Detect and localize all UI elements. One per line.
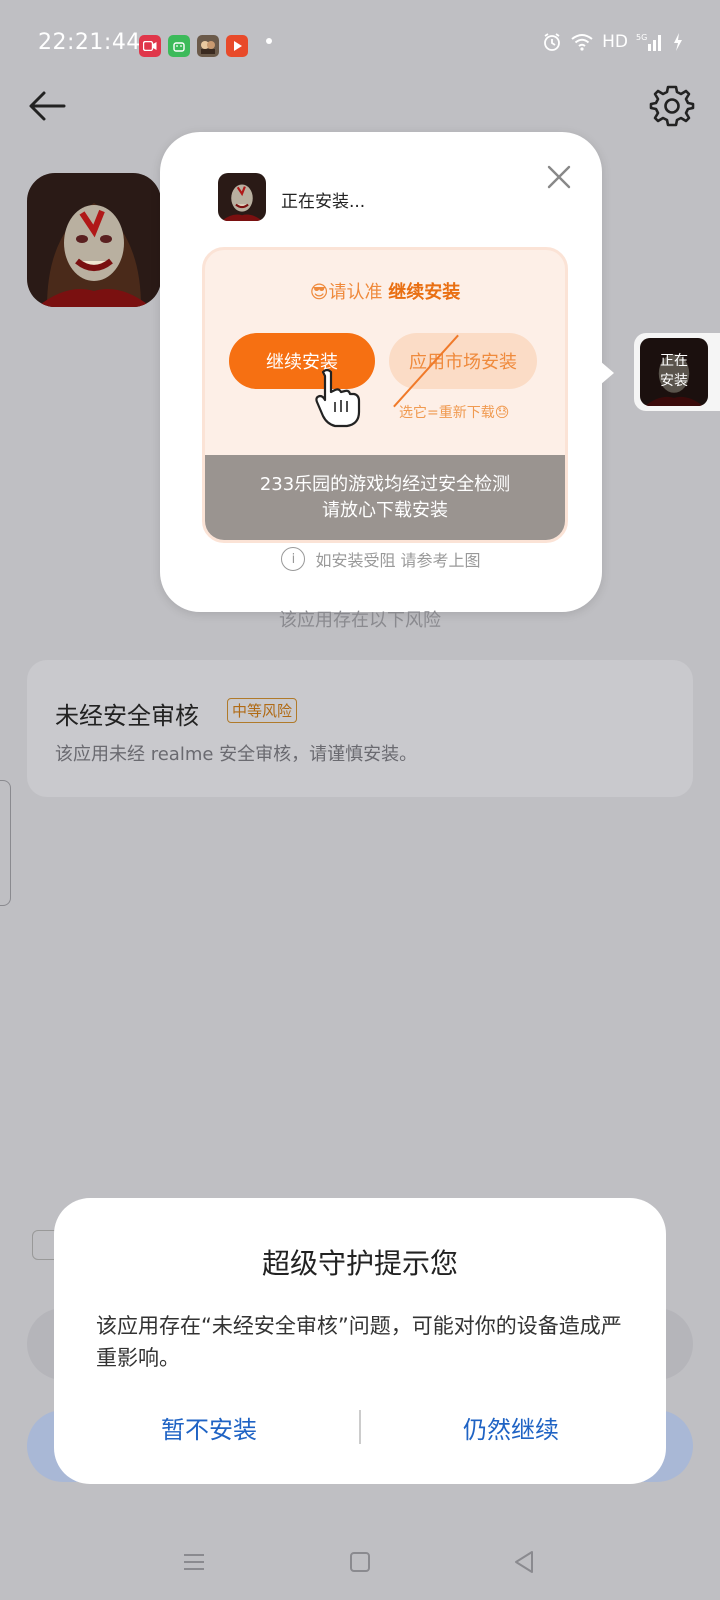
dialog-message: 该应用存在“未经安全审核”问题，可能对你的设备造成严重影响。: [96, 1314, 622, 1370]
left-edge-handle[interactable]: [0, 780, 11, 906]
guide-footer: 233乐园的游戏均经过安全检测 请放心下载安装: [205, 455, 565, 540]
risk-level-badge: 中等风险: [227, 698, 298, 723]
pointing-hand-icon: [313, 368, 365, 428]
status-right-group: HD 5G: [542, 32, 684, 52]
play-icon: [226, 35, 248, 57]
bubble-pointer: [600, 361, 614, 385]
zombie-portrait-icon: [218, 173, 266, 221]
back-button[interactable]: [26, 84, 70, 128]
install-guide-panel: 😎请认准 继续安装 继续安装 应用市场安装 选它=重新下载😓 233乐园的游戏均…: [202, 247, 568, 543]
app-market-icon: [168, 35, 190, 57]
risk-heading: 该应用存在以下风险: [279, 610, 441, 631]
redownload-note: 选它=重新下载😓: [399, 405, 510, 421]
close-icon: [547, 165, 571, 189]
popup-info-row: i 如安装受阻 请参考上图: [160, 547, 602, 571]
nav-recents-button[interactable]: [183, 1553, 205, 1571]
bubble-line2: 安装: [660, 373, 688, 389]
popup-close-button[interactable]: [546, 164, 572, 190]
dialog-continue-button[interactable]: 仍然继续: [396, 1402, 626, 1452]
nav-back-button[interactable]: [512, 1550, 536, 1574]
status-time: 22:21:44: [38, 30, 141, 55]
guide-tip-prefix: 😎请认准: [309, 282, 383, 303]
video-recorder-icon: [139, 35, 161, 57]
risk-description: 该应用未经 realme 安全审核，请谨慎安装。: [55, 744, 418, 765]
zombie-portrait-icon: [27, 173, 161, 307]
bubble-text: 正在 安装: [640, 351, 708, 391]
info-icon: i: [281, 547, 306, 571]
guide-app-market-install-button[interactable]: 应用市场安装: [389, 333, 537, 389]
guide-tip-highlight: 继续安装: [388, 282, 461, 303]
popup-app-icon: [218, 173, 266, 221]
dialog-cancel-button[interactable]: 暂不安装: [94, 1402, 324, 1452]
wifi-icon: [571, 34, 593, 51]
network-hd-label: HD: [602, 32, 628, 52]
guide-tip: 😎请认准 继续安装: [205, 278, 565, 304]
notification-more-dot: [266, 38, 272, 44]
bubble-card: 正在 安装: [634, 333, 720, 411]
install-guide-popup: 正在安装... 😎请认准 继续安装 继续安装 应用市场安装 选它=重新下载😓 2…: [160, 132, 602, 612]
arrow-left-icon: [29, 91, 66, 121]
installing-status: 正在安装...: [281, 192, 366, 212]
alarm-icon: [544, 33, 561, 51]
dialog-button-divider: [359, 1410, 361, 1444]
bubble-line1: 正在: [660, 353, 688, 369]
signal-5g-icon: 5G: [636, 33, 661, 51]
security-warning-dialog: 超级守护提示您 该应用存在“未经安全审核”问题，可能对你的设备造成严重影响。 暂…: [54, 1198, 666, 1484]
charging-icon: [674, 33, 682, 51]
svg-text:5G: 5G: [636, 33, 647, 42]
dialog-title: 超级守护提示您: [261, 1247, 458, 1280]
popup-info-text: 如安装受阻 请参考上图: [315, 551, 481, 570]
menu-icon: [184, 1554, 204, 1570]
game-thumb-icon: [197, 35, 219, 57]
guide-footer-line2: 请放心下载安装: [322, 499, 448, 521]
triangle-back-icon: [515, 1551, 533, 1573]
floating-install-bubble[interactable]: 正在 安装: [600, 333, 720, 411]
guide-footer-line1: 233乐园的游戏均经过安全检测: [259, 473, 511, 495]
settings-button[interactable]: [648, 82, 696, 130]
gear-icon: [649, 85, 695, 127]
risk-card: 未经安全审核 中等风险 该应用未经 realme 安全审核，请谨慎安装。: [27, 660, 693, 797]
app-icon: [27, 173, 161, 307]
risk-title: 未经安全审核: [55, 702, 199, 730]
nav-home-button[interactable]: [350, 1552, 370, 1572]
